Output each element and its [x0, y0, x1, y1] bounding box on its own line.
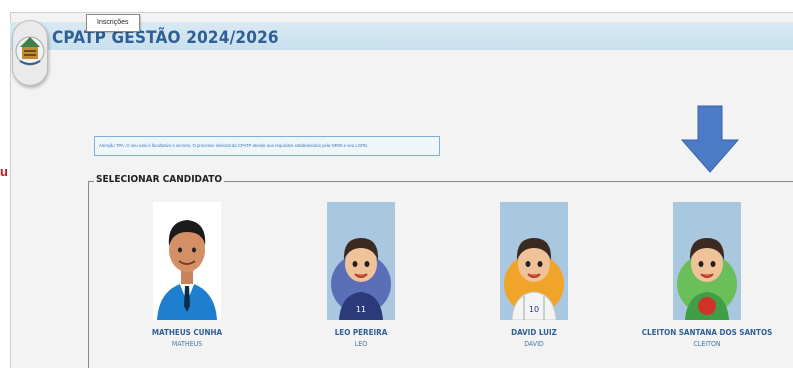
- candidate-name: LEO PEREIRA: [334, 328, 388, 337]
- candidate-name: CLEITON SANTANA DOS SANTOS: [641, 328, 773, 337]
- boy-jersey-11-avatar-icon: 11: [327, 202, 395, 320]
- svg-text:10: 10: [529, 305, 539, 314]
- boy-green-shirt-avatar-icon: [673, 202, 741, 320]
- section-label: SELECIONAR CANDIDATO: [94, 174, 225, 185]
- tab-inscricoes[interactable]: Inscrições: [86, 14, 140, 32]
- candidate-card[interactable]: CLEITON SANTANA DOS SANTOS CLEITON: [632, 202, 782, 348]
- notice-box: Atenção TPA: O seu voto é facultativo e …: [94, 136, 440, 156]
- candidate-name: MATHEUS CUNHA: [151, 328, 223, 337]
- candidate-nickname: MATHEUS: [171, 340, 203, 348]
- arrow-down-icon: [680, 105, 740, 173]
- candidate-name: DAVID LUIZ: [511, 328, 557, 337]
- candidate-nickname: DAVID: [524, 340, 544, 348]
- candidate-nickname: LEO: [354, 340, 368, 348]
- candidate-card[interactable]: MATHEUS CUNHA MATHEUS: [112, 202, 262, 348]
- cpatp-logo: [12, 20, 48, 86]
- svg-text:11: 11: [356, 305, 366, 314]
- man-suit-avatar-icon: [153, 202, 221, 320]
- candidate-nickname: CLEITON: [693, 340, 721, 348]
- side-mark: u: [0, 164, 8, 179]
- candidate-card[interactable]: 10 DAVID LUIZ DAVID: [459, 202, 609, 348]
- boy-jersey-10-avatar-icon: 10: [500, 202, 568, 320]
- candidate-card[interactable]: 11 LEO PEREIRA LEO: [286, 202, 436, 348]
